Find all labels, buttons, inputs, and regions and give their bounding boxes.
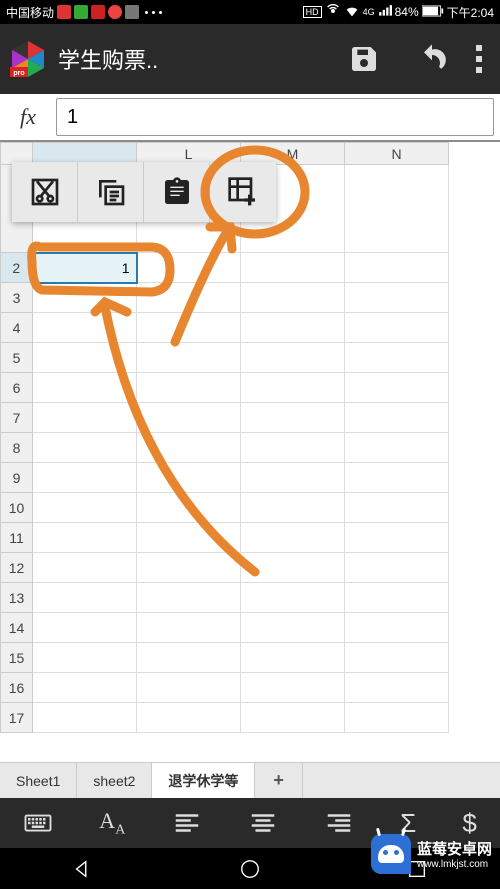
battery-icon bbox=[422, 5, 444, 20]
row-header-9[interactable]: 9 bbox=[1, 463, 33, 493]
hd-icon: HD bbox=[303, 6, 322, 18]
app-icon-5 bbox=[125, 5, 139, 19]
keyboard-icon[interactable] bbox=[23, 808, 53, 838]
row-header-11[interactable]: 11 bbox=[1, 523, 33, 553]
signal-4g: 4G bbox=[363, 7, 375, 17]
row-header-14[interactable]: 14 bbox=[1, 613, 33, 643]
align-right-icon[interactable] bbox=[324, 808, 354, 838]
battery-pct: 84% bbox=[395, 5, 419, 19]
undo-icon[interactable] bbox=[416, 43, 448, 75]
tab-add[interactable]: + bbox=[255, 763, 303, 798]
tab-active[interactable]: 退学休学等 bbox=[152, 763, 255, 798]
row-header-3[interactable]: 3 bbox=[1, 283, 33, 313]
save-icon[interactable] bbox=[348, 43, 380, 75]
document-title[interactable]: 学生购票.. bbox=[58, 43, 330, 75]
android-nav-bar: 蓝莓安卓网 www.lmkjst.com bbox=[0, 848, 500, 889]
row-header-13[interactable]: 13 bbox=[1, 583, 33, 613]
tab-sheet2[interactable]: sheet2 bbox=[77, 763, 152, 798]
nav-home-icon[interactable] bbox=[239, 858, 261, 880]
paste-button[interactable] bbox=[144, 162, 210, 222]
watermark-name: 蓝莓安卓网 bbox=[417, 838, 492, 859]
svg-text:pro: pro bbox=[13, 70, 24, 77]
row-header-12[interactable]: 12 bbox=[1, 553, 33, 583]
watermark: 蓝莓安卓网 www.lmkjst.com bbox=[371, 834, 492, 874]
app-icon-1 bbox=[57, 5, 71, 19]
watermark-url: www.lmkjst.com bbox=[417, 859, 492, 870]
nav-back-icon[interactable] bbox=[72, 858, 94, 880]
selected-cell[interactable]: 1 bbox=[33, 253, 137, 283]
menu-icon[interactable] bbox=[476, 45, 482, 73]
wifi-icon bbox=[344, 3, 360, 22]
tab-sheet1[interactable]: Sheet1 bbox=[0, 763, 77, 798]
align-left-icon[interactable] bbox=[172, 808, 202, 838]
row-header-4[interactable]: 4 bbox=[1, 313, 33, 343]
align-center-icon[interactable] bbox=[248, 808, 278, 838]
formula-input[interactable] bbox=[56, 98, 494, 136]
row-header-6[interactable]: 6 bbox=[1, 373, 33, 403]
row-header-16[interactable]: 16 bbox=[1, 673, 33, 703]
formula-bar: fx bbox=[0, 94, 500, 142]
watermark-logo bbox=[371, 834, 411, 874]
row-header-7[interactable]: 7 bbox=[1, 403, 33, 433]
copy-button[interactable] bbox=[78, 162, 144, 222]
signal-icon bbox=[378, 4, 392, 21]
cut-button[interactable] bbox=[12, 162, 78, 222]
row-header-8[interactable]: 8 bbox=[1, 433, 33, 463]
app-icon-2 bbox=[74, 5, 88, 19]
hotspot-icon bbox=[325, 3, 341, 22]
app-bar: pro 学生购票.. bbox=[0, 24, 500, 94]
insert-button[interactable] bbox=[210, 162, 276, 222]
app-icon-3 bbox=[91, 5, 105, 19]
carrier-label: 中国移动 bbox=[6, 4, 54, 21]
app-icon-4 bbox=[108, 5, 122, 19]
fx-label[interactable]: fx bbox=[0, 104, 56, 130]
col-header-n[interactable]: N bbox=[345, 143, 449, 165]
spreadsheet-area[interactable]: L M N 21 3 4 5 6 7 8 9 10 11 12 13 14 15… bbox=[0, 142, 500, 762]
status-bar: 中国移动 HD 4G 84% 下午2:04 bbox=[0, 0, 500, 24]
app-logo[interactable]: pro bbox=[8, 39, 48, 79]
row-header-17[interactable]: 17 bbox=[1, 703, 33, 733]
context-menu bbox=[12, 162, 276, 222]
row-header-5[interactable]: 5 bbox=[1, 343, 33, 373]
sheet-tabs: Sheet1 sheet2 退学休学等 + bbox=[0, 762, 500, 798]
clock: 下午2:04 bbox=[447, 4, 494, 21]
row-header-10[interactable]: 10 bbox=[1, 493, 33, 523]
more-apps-icon bbox=[144, 11, 163, 14]
row-header-15[interactable]: 15 bbox=[1, 643, 33, 673]
row-header-2[interactable]: 2 bbox=[1, 253, 33, 283]
font-icon[interactable]: AA bbox=[99, 808, 125, 838]
